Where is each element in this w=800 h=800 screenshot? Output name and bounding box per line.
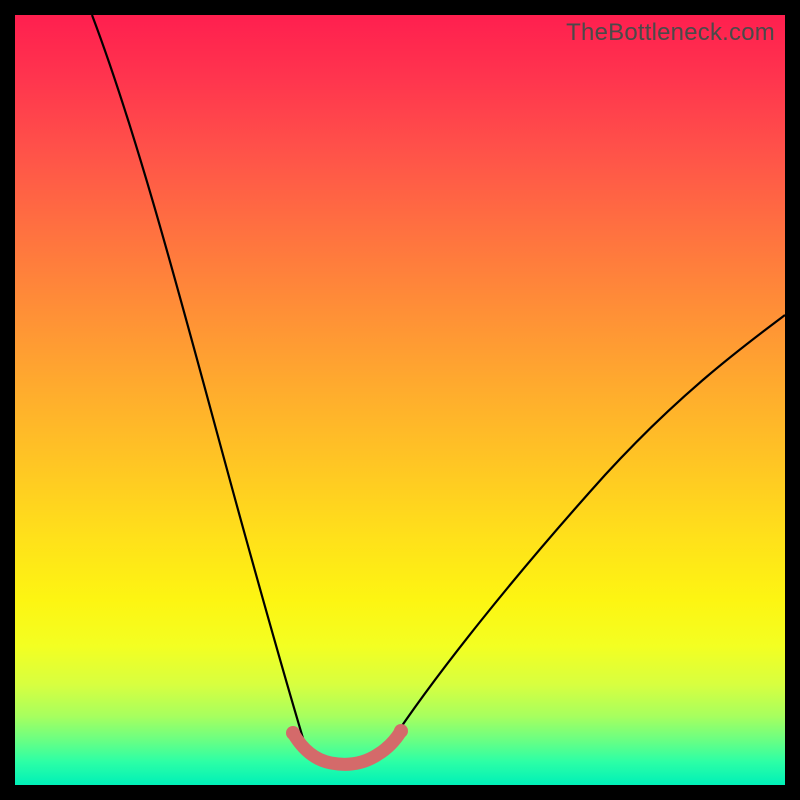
left-curve: [92, 15, 305, 745]
chart-frame: TheBottleneck.com: [0, 0, 800, 800]
curve-layer: [15, 15, 785, 785]
trough-highlight: [293, 731, 401, 764]
trough-highlight-dot-left: [286, 726, 300, 740]
plot-area: TheBottleneck.com: [15, 15, 785, 785]
right-curve: [389, 315, 785, 745]
trough-highlight-dot-right: [394, 724, 408, 738]
